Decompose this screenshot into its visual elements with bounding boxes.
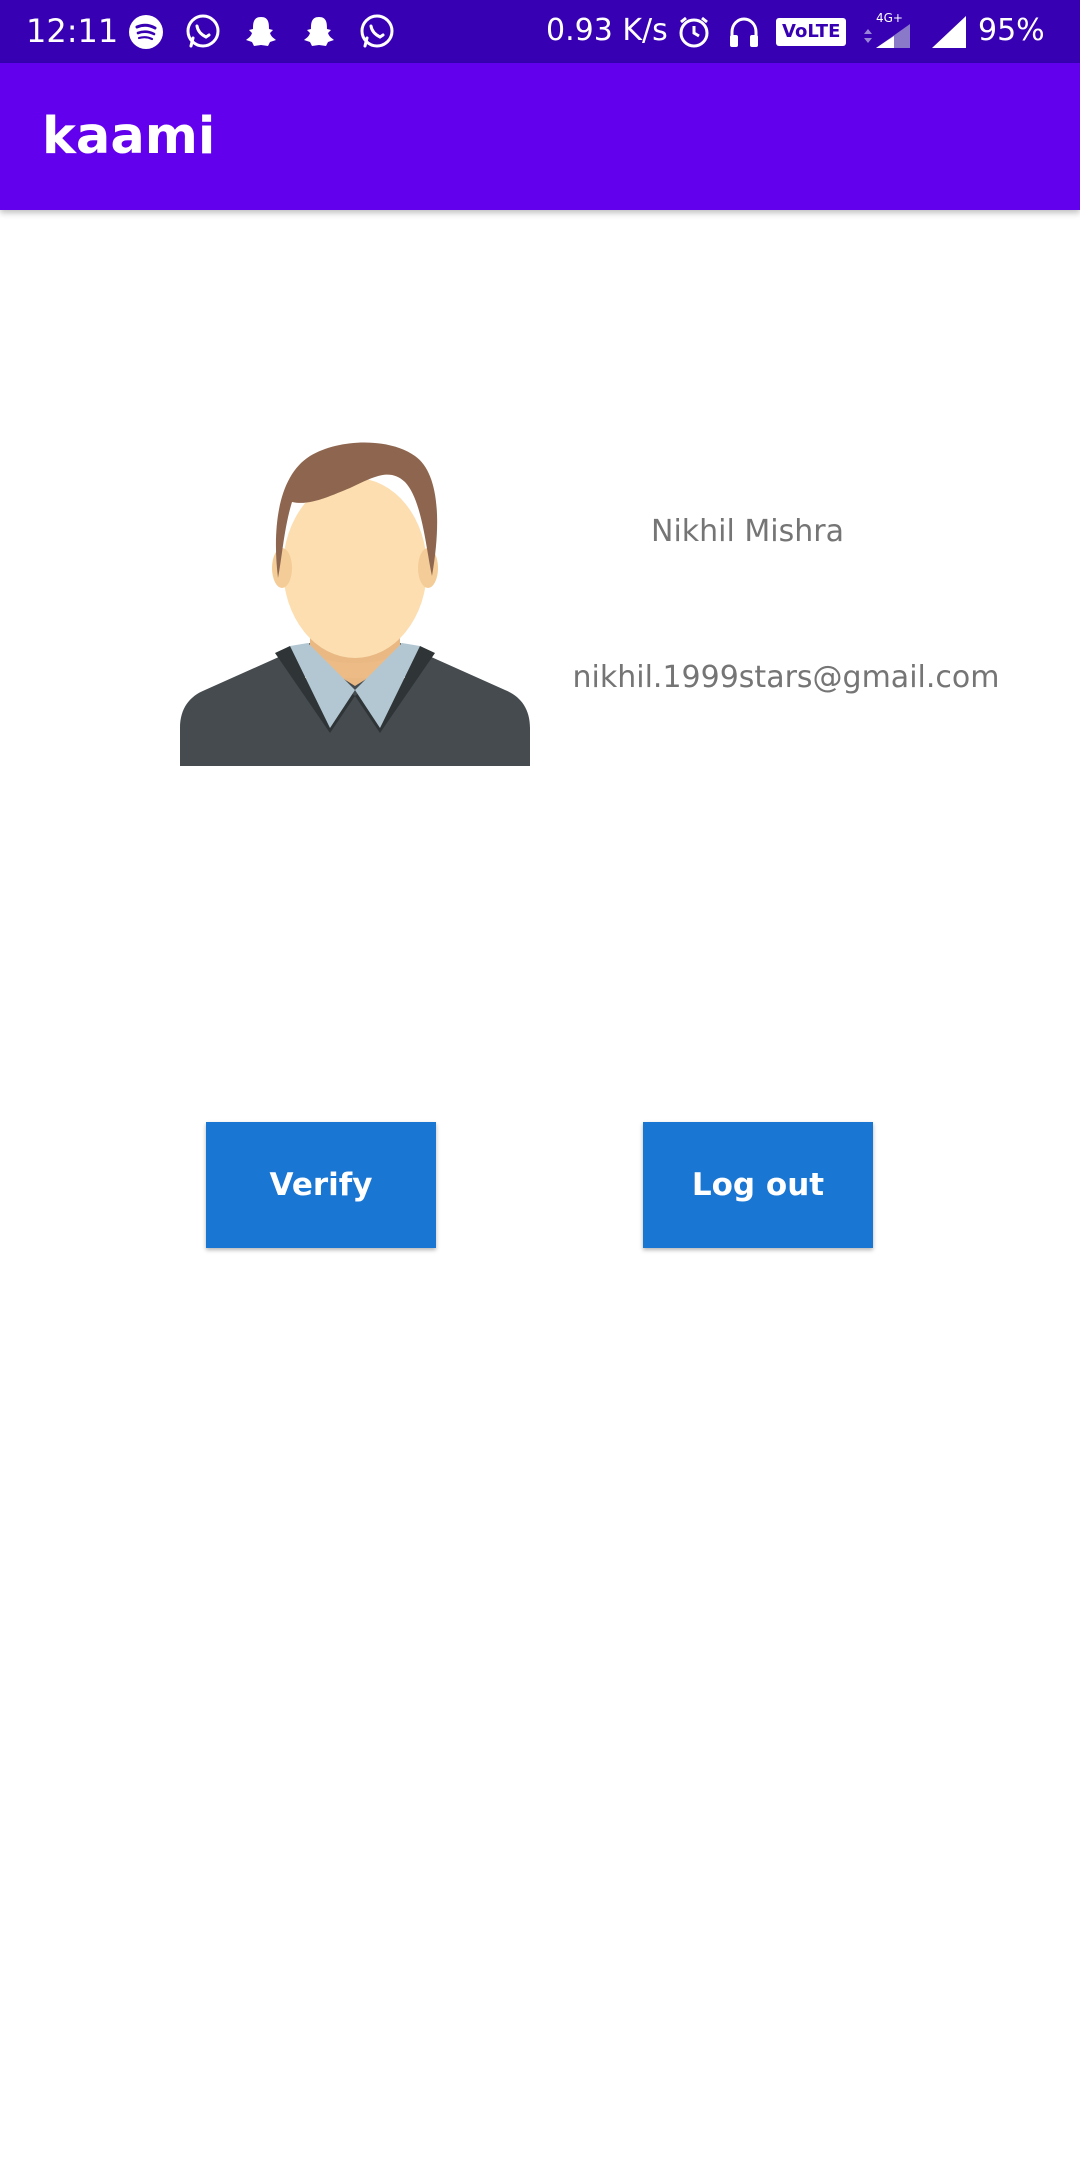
app-title: kaami: [42, 107, 216, 166]
signal-4g-icon: 4G+: [860, 12, 916, 52]
app-bar: kaami: [0, 63, 1080, 210]
notification-icons: [128, 12, 396, 52]
alarm-icon: [676, 14, 712, 50]
snapchat-icon: [242, 13, 280, 51]
status-time: 12:11: [26, 12, 119, 50]
network-speed: 0.93 K/s: [546, 13, 668, 48]
snapchat-icon: [300, 13, 338, 51]
whatsapp-icon: [358, 13, 396, 51]
headphones-icon: [726, 14, 762, 50]
spotify-icon: [128, 14, 164, 50]
verify-button[interactable]: Verify: [206, 1122, 436, 1248]
profile-name: Nikhil Mishra: [651, 514, 844, 549]
signal-icon: [930, 14, 968, 50]
male-avatar-icon: [180, 428, 530, 766]
system-icons: VoLTE 4G+: [676, 12, 968, 52]
battery-level: 95%: [978, 13, 1045, 48]
network-type-label: 4G+: [876, 12, 903, 25]
volte-badge: VoLTE: [776, 18, 847, 46]
whatsapp-icon: [184, 13, 222, 51]
logout-button[interactable]: Log out: [643, 1122, 873, 1248]
profile-email: nikhil.1999stars@gmail.com: [572, 660, 1000, 695]
status-bar: 12:11 0.93 K/s VoLTE 4G+ 95%: [0, 0, 1080, 63]
